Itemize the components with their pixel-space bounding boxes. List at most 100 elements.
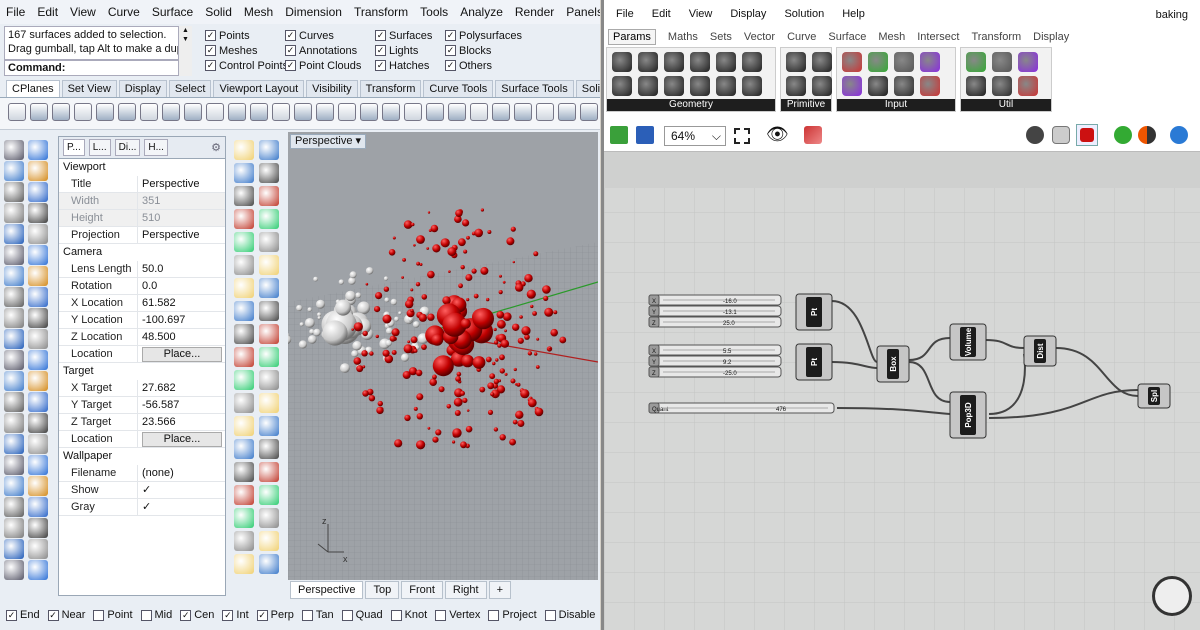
red-sphere[interactable] [421,344,427,350]
red-sphere[interactable] [553,310,558,315]
white-sphere[interactable] [338,279,344,285]
white-sphere[interactable] [390,298,397,306]
gh-component-icon[interactable] [664,52,684,72]
filter-meshes[interactable]: ✓ Meshes [205,43,258,58]
property-value[interactable]: Perspective [137,227,225,243]
gh-component-icon[interactable] [664,76,684,96]
menu-panels[interactable]: Panels [566,5,600,19]
gh-menu-display[interactable]: Display [730,8,766,20]
tool-icon[interactable] [28,329,48,349]
gear-icon[interactable]: ⚙ [211,141,221,154]
red-sphere[interactable] [376,406,384,415]
red-sphere[interactable] [391,328,400,337]
gh-component-icon[interactable] [966,76,986,96]
red-sphere[interactable] [416,235,425,244]
menu-surface[interactable]: Surface [152,5,193,19]
filter-point-clouds[interactable]: ✓ Point Clouds [285,58,361,73]
osnap-tan[interactable]: Tan [301,608,334,623]
menu-view[interactable]: View [70,5,96,19]
osnap-int[interactable]: ✓ Int [222,608,249,623]
gh-tab-display[interactable]: Display [1033,31,1069,43]
toolbar-tool-icon[interactable] [316,103,334,121]
property-value[interactable]: 351 [137,193,225,209]
tool-icon[interactable] [259,186,279,206]
preview-mesh-icon[interactable] [1052,126,1070,144]
checkbox[interactable] [544,609,556,621]
tool-icon[interactable] [259,209,279,229]
gh-component-icon[interactable] [786,76,806,96]
tool-icon[interactable] [259,278,279,298]
white-sphere[interactable] [385,327,393,335]
red-sphere[interactable] [472,356,486,369]
gh-component-icon[interactable] [842,76,862,96]
property-value[interactable]: ✓ [137,499,225,515]
white-sphere[interactable] [357,301,371,315]
tool-icon[interactable] [4,455,24,475]
filter-lights[interactable]: ✓ Lights [375,43,418,58]
osnap-quad[interactable]: Quad [341,608,383,623]
red-sphere[interactable] [479,386,486,393]
red-sphere[interactable] [460,441,467,449]
red-sphere[interactable] [440,238,450,248]
property-value[interactable]: 27.682 [137,380,225,396]
red-sphere[interactable] [534,407,544,417]
tool-icon[interactable] [259,163,279,183]
toolbar-tab-curve-tools[interactable]: Curve Tools [423,80,494,97]
red-sphere[interactable] [487,382,495,390]
tool-icon[interactable] [234,186,254,206]
tool-icon[interactable] [259,232,279,252]
checkbox[interactable] [341,609,353,621]
red-sphere[interactable] [524,274,533,283]
filter-others[interactable]: ✓ Others [445,58,492,73]
tool-icon[interactable] [4,287,24,307]
tool-icon[interactable] [28,182,48,202]
red-sphere[interactable] [499,368,505,374]
red-sphere[interactable] [530,304,534,309]
red-sphere[interactable] [447,247,457,257]
red-sphere[interactable] [466,235,470,240]
tool-icon[interactable] [259,347,279,367]
red-sphere[interactable] [485,356,492,363]
toolbar-tab-cplanes[interactable]: CPlanes [6,80,60,97]
red-sphere[interactable] [534,352,538,356]
gh-component-icon[interactable] [742,76,762,96]
checkbox[interactable]: ✓ [256,609,268,621]
point-component-2[interactable]: Pt [795,343,833,381]
gh-component-icon[interactable] [920,52,940,72]
checkbox[interactable]: ✓ [47,609,59,621]
red-sphere[interactable] [382,349,390,357]
red-sphere[interactable] [368,395,376,402]
gh-component-icon[interactable] [638,76,658,96]
property-value[interactable]: 61.582 [137,295,225,311]
red-sphere[interactable] [513,367,517,372]
gh-component-icon[interactable] [716,52,736,72]
red-sphere[interactable] [466,409,470,412]
red-sphere[interactable] [517,420,525,427]
toolbar-tool-icon[interactable] [536,103,554,121]
gh-component-icon[interactable] [894,52,914,72]
red-sphere[interactable] [377,400,383,407]
tool-icon[interactable] [4,182,24,202]
checkbox[interactable]: ✓ [375,45,386,56]
red-sphere[interactable] [515,283,524,292]
red-sphere[interactable] [471,268,477,274]
tool-icon[interactable] [234,393,254,413]
red-sphere[interactable] [438,386,445,393]
red-sphere[interactable] [435,429,442,436]
checkbox[interactable]: ✓ [6,609,17,621]
white-sphere[interactable] [348,277,356,285]
property-value[interactable]: ✓ [137,482,225,498]
red-sphere[interactable] [432,436,439,443]
red-sphere[interactable] [480,266,489,275]
zoom-extents-icon[interactable] [734,128,750,144]
property-value[interactable]: 48.500 [137,329,225,345]
red-sphere[interactable] [463,249,468,254]
red-sphere[interactable] [456,371,462,377]
filter-hatches[interactable]: ✓ Hatches [375,58,429,73]
red-sphere[interactable] [458,283,463,289]
number-slider[interactable]: Z 25.0 [648,316,782,328]
red-sphere[interactable] [506,237,515,246]
red-sphere[interactable] [351,328,354,331]
property-value[interactable]: Place... [137,346,225,362]
toolbar-tool-icon[interactable] [74,103,92,121]
